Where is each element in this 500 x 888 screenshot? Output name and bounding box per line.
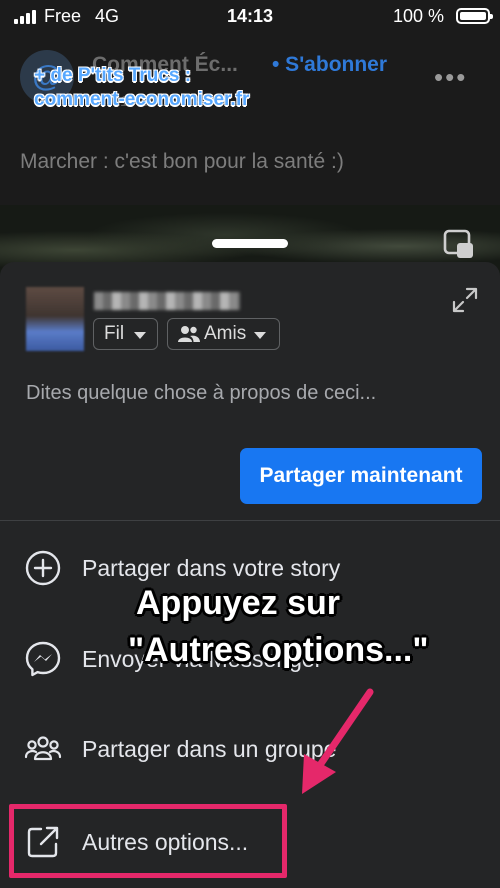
- avatar: [26, 287, 84, 351]
- share-to-story-label: Partager dans votre story: [82, 555, 341, 581]
- audience-friends-dropdown[interactable]: Amis: [167, 318, 280, 350]
- more-options-icon[interactable]: •••: [434, 62, 467, 93]
- watermark-line-1: + de P'tits Trucs :: [34, 65, 192, 86]
- friends-icon: [178, 326, 200, 342]
- group-icon: [24, 736, 62, 761]
- screen: Free 4G 14:13 100 % @ Comment Éc... • S'…: [0, 0, 500, 888]
- audience-feed-dropdown[interactable]: Fil: [93, 318, 158, 350]
- status-bar: Free 4G 14:13 100 %: [0, 0, 500, 34]
- share-sheet: Fil Amis Partager maintenant Partager da…: [0, 262, 500, 888]
- audience-friends-label: Amis: [204, 323, 247, 344]
- subscribe-link[interactable]: • S'abonner: [272, 53, 387, 77]
- watermark: + de P'tits Trucs : comment-economiser.f…: [34, 64, 249, 112]
- expand-icon[interactable]: [452, 287, 478, 313]
- instruction-line-1: Appuyez sur: [136, 584, 341, 622]
- pointer-arrow-icon: [302, 688, 374, 794]
- instruction-line-2: "Autres options...": [128, 631, 429, 669]
- share-to-group-option[interactable]: Partager dans un groupe: [0, 714, 500, 784]
- caret-down-icon: [254, 332, 266, 339]
- user-name-blurred: [94, 292, 240, 310]
- share-now-button[interactable]: Partager maintenant: [240, 448, 482, 504]
- messenger-icon: [25, 641, 61, 677]
- share-caption-input[interactable]: [26, 378, 466, 408]
- battery-percentage: 100 %: [392, 6, 444, 26]
- battery-icon: [456, 8, 493, 24]
- plus-circle-icon: [25, 550, 61, 586]
- highlight-box: [9, 804, 287, 878]
- sheet-drag-handle[interactable]: [212, 239, 288, 248]
- post-caption: Marcher : c'est bon pour la santé :): [20, 150, 344, 173]
- caret-down-icon: [134, 332, 146, 339]
- watermark-line-2: comment-economiser.fr: [34, 89, 250, 110]
- audience-feed-label: Fil: [104, 323, 125, 344]
- instruction-annotation: Appuyez sur "Autres options...": [110, 580, 490, 674]
- divider: [0, 520, 500, 521]
- picture-in-picture-icon[interactable]: [442, 228, 476, 262]
